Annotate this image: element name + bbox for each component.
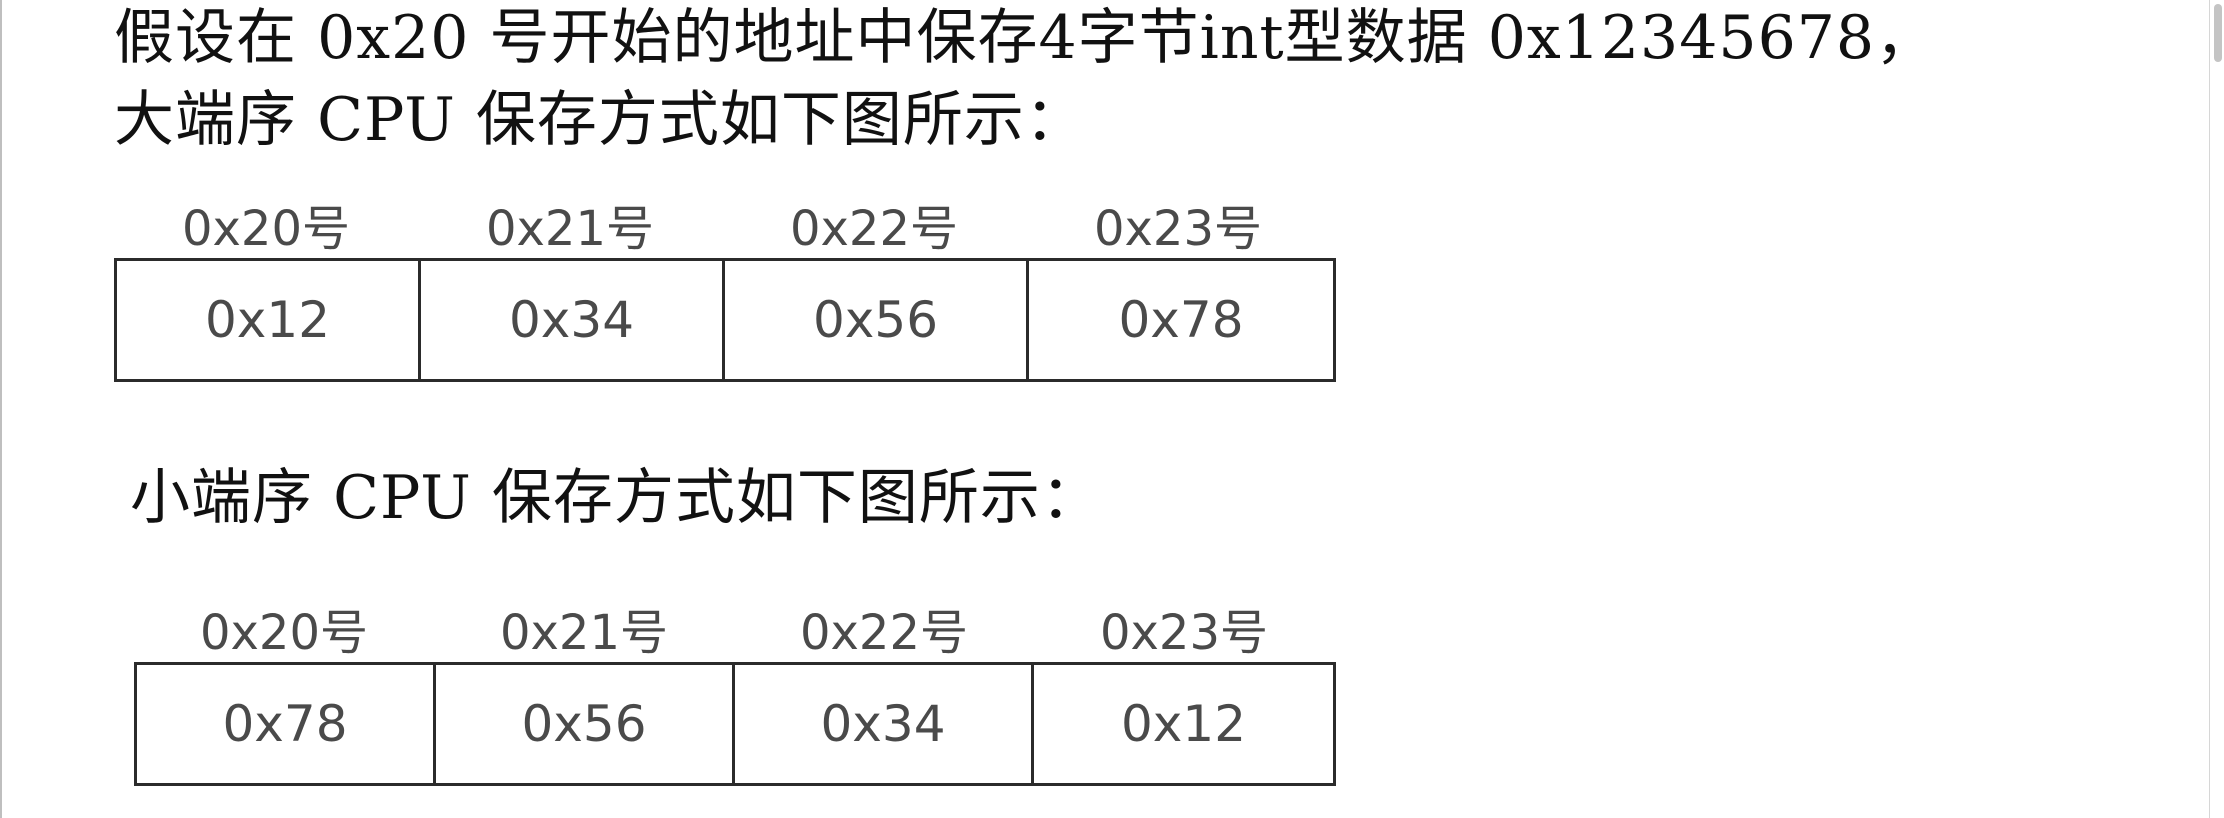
little-endian-caption: 小端序 CPU 保存方式如下图所示： <box>130 463 1102 533</box>
memory-cell: 0x12 <box>1120 695 1247 753</box>
intro-line-2: 大端序 CPU 保存方式如下图所示： <box>114 85 1086 155</box>
memory-cell: 0x34 <box>735 665 1034 783</box>
address-label: 0x21号 <box>499 605 669 661</box>
memory-cell: 0x12 <box>117 261 421 379</box>
address-label: 0x22号 <box>799 605 969 661</box>
memory-cell: 0x78 <box>1118 291 1244 349</box>
memory-cell: 0x34 <box>421 261 725 379</box>
memory-cell: 0x56 <box>436 665 735 783</box>
little-endian-memory-row: 0x78 0x56 0x34 0x12 <box>134 662 1336 786</box>
address-label: 0x23号 <box>1099 605 1269 661</box>
document-page: 假设在 0x20 号开始的地址中保存4字节int型数据 0x12345678， … <box>0 0 2224 818</box>
little-endian-address-row: 0x20号 0x21号 0x22号 0x23号 <box>134 594 1336 662</box>
big-endian-memory-row: 0x12 0x34 0x56 0x78 <box>114 258 1336 382</box>
address-label: 0x20号 <box>199 605 369 661</box>
big-endian-address-row: 0x20号 0x21号 0x22号 0x23号 <box>114 190 1336 258</box>
address-label: 0x22号 <box>789 201 959 257</box>
vertical-scrollbar[interactable] <box>2209 0 2224 818</box>
little-endian-diagram: 0x20号 0x21号 0x22号 0x23号 0x78 0x56 0x34 0… <box>134 594 1336 786</box>
scrollbar-thumb[interactable] <box>2214 4 2222 62</box>
memory-cell: 0x78 <box>137 665 436 783</box>
address-label: 0x23号 <box>1093 201 1263 257</box>
address-label: 0x21号 <box>485 201 655 257</box>
address-label: 0x20号 <box>181 201 351 257</box>
big-endian-diagram: 0x20号 0x21号 0x22号 0x23号 0x12 0x34 0x56 0… <box>114 190 1336 382</box>
memory-cell: 0x56 <box>725 261 1029 379</box>
intro-line-1: 假设在 0x20 号开始的地址中保存4字节int型数据 0x12345678， <box>114 3 1937 73</box>
